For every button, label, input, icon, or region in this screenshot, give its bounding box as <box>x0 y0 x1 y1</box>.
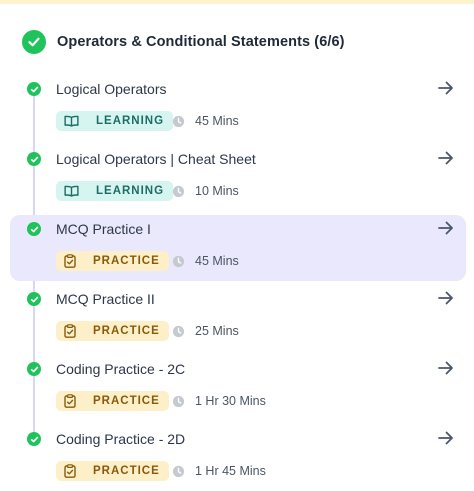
course-section-panel: Operators & Conditional Statements (6/6)… <box>0 4 474 489</box>
badge-label: PRACTICE <box>93 255 160 267</box>
section-header[interactable]: Operators & Conditional Statements (6/6) <box>22 30 345 54</box>
duration-text: 25 Mins <box>195 324 239 338</box>
item-type-badge: PRACTICE <box>56 391 169 411</box>
item-title: MCQ Practice I <box>56 221 151 237</box>
clipboard-check-icon <box>64 464 84 478</box>
arrow-right-icon[interactable] <box>436 78 456 98</box>
item-duration: 45 Mins <box>172 251 239 271</box>
arrow-right-icon[interactable] <box>436 288 456 308</box>
arrow-right-icon[interactable] <box>436 148 456 168</box>
item-duration: 25 Mins <box>172 321 239 341</box>
item-duration: 1 Hr 30 Mins <box>172 391 266 411</box>
item-type-badge: PRACTICE <box>56 461 169 481</box>
badge-label: PRACTICE <box>93 325 160 337</box>
check-circle-icon <box>27 292 41 306</box>
item-type-badge: PRACTICE <box>56 321 169 341</box>
book-open-icon <box>64 185 87 197</box>
item-type-badge: LEARNING <box>56 181 174 201</box>
duration-text: 1 Hr 30 Mins <box>195 394 266 408</box>
clipboard-check-icon <box>64 324 84 338</box>
arrow-right-icon[interactable] <box>436 358 456 378</box>
clock-icon <box>172 325 185 337</box>
check-circle-icon <box>27 222 41 236</box>
list-item-active[interactable]: MCQ Practice I PRACTICE 45 Mins <box>10 215 466 281</box>
list-item[interactable]: MCQ Practice II PRACTICE 25 Mins <box>10 285 466 351</box>
section-title: Operators & Conditional Statements (6/6) <box>57 34 345 50</box>
list-item[interactable]: Coding Practice - 2D PRACTICE 1 Hr 45 Mi… <box>10 425 466 491</box>
check-circle-icon <box>27 152 41 166</box>
duration-text: 10 Mins <box>195 184 239 198</box>
arrow-right-icon[interactable] <box>436 218 456 238</box>
list-item[interactable]: Logical Operators | Cheat Sheet LEARNING… <box>10 145 466 211</box>
duration-text: 45 Mins <box>195 254 239 268</box>
clock-icon <box>172 115 185 127</box>
item-title: Coding Practice - 2D <box>56 431 186 447</box>
item-type-badge: LEARNING <box>56 111 174 131</box>
item-type-badge: PRACTICE <box>56 251 169 271</box>
item-title: Logical Operators | Cheat Sheet <box>56 151 256 167</box>
item-title: Logical Operators <box>56 81 167 97</box>
item-title: Coding Practice - 2C <box>56 361 186 377</box>
arrow-right-icon[interactable] <box>436 428 456 448</box>
check-circle-icon <box>22 30 46 54</box>
badge-label: LEARNING <box>96 115 165 127</box>
book-open-icon <box>64 115 87 127</box>
badge-label: PRACTICE <box>93 465 160 477</box>
badge-label: LEARNING <box>96 185 165 197</box>
duration-text: 1 Hr 45 Mins <box>195 464 266 478</box>
item-title: MCQ Practice II <box>56 291 155 307</box>
check-circle-icon <box>27 432 41 446</box>
clipboard-check-icon <box>64 254 84 268</box>
item-duration: 45 Mins <box>172 111 239 131</box>
clock-icon <box>172 255 185 267</box>
list-item[interactable]: Logical Operators LEARNING 45 Mins <box>10 75 466 141</box>
clock-icon <box>172 465 185 477</box>
clock-icon <box>172 185 185 197</box>
clock-icon <box>172 395 185 407</box>
check-circle-icon <box>27 82 41 96</box>
list-item[interactable]: Coding Practice - 2C PRACTICE 1 Hr 30 Mi… <box>10 355 466 421</box>
badge-label: PRACTICE <box>93 395 160 407</box>
check-circle-icon <box>27 362 41 376</box>
item-duration: 10 Mins <box>172 181 239 201</box>
item-duration: 1 Hr 45 Mins <box>172 461 266 481</box>
duration-text: 45 Mins <box>195 114 239 128</box>
clipboard-check-icon <box>64 394 84 408</box>
